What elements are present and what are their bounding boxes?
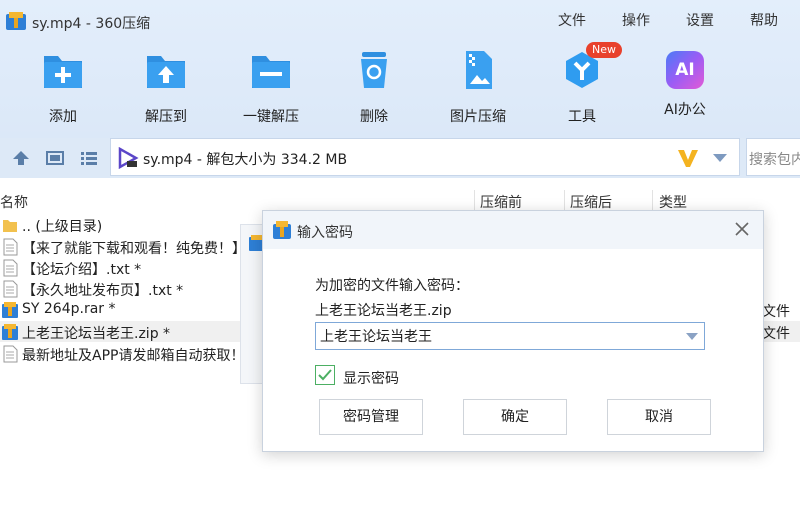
column-compressed-size[interactable]: 压缩后 <box>570 192 612 212</box>
recycle-bin-icon <box>361 52 387 88</box>
one-click-extract-button[interactable]: 一键解压 <box>226 48 316 126</box>
file-name: 【来了就能下载和观看！纯免费！】 <box>22 241 246 257</box>
address-dropdown-icon[interactable] <box>713 154 727 162</box>
menu-operate[interactable]: 操作 <box>622 10 650 30</box>
image-compress-label: 图片压缩 <box>450 109 506 125</box>
file-name: 上老王论坛当老王.zip * <box>22 326 171 342</box>
add-label: 添加 <box>49 109 77 125</box>
show-password-checkbox[interactable] <box>315 365 335 385</box>
thumbnail-view-icon[interactable] <box>46 150 64 166</box>
check-icon <box>318 369 332 381</box>
show-password-label: 显示密码 <box>343 371 399 387</box>
menu-file[interactable]: 文件 <box>558 10 586 30</box>
password-manage-button[interactable]: 密码管理 <box>319 399 423 435</box>
column-divider[interactable] <box>474 190 475 210</box>
text-file-icon <box>3 345 18 363</box>
up-arrow-icon[interactable] <box>12 150 30 166</box>
one-click-extract-label: 一键解压 <box>243 109 299 125</box>
file-name: 【永久地址发布页】.txt * <box>22 283 184 299</box>
password-field[interactable] <box>315 322 705 350</box>
close-icon[interactable] <box>733 220 751 238</box>
menu-settings[interactable]: 设置 <box>686 10 714 30</box>
column-name[interactable]: 名称 <box>0 192 28 212</box>
ai-office-label: AI办公 <box>664 102 706 118</box>
new-badge: New <box>586 42 622 58</box>
archive-icon <box>2 302 18 318</box>
file-name: 【论坛介绍】.txt * <box>22 262 142 278</box>
one-click-extract-icon <box>252 56 290 88</box>
cancel-button[interactable]: 取消 <box>607 399 711 435</box>
top-area: sy.mp4 - 360压缩 文件 操作 设置 帮助 添加 解压到 一键解压 删… <box>0 0 800 138</box>
address-row: sy.mp4 - 解包大小为 334.2 MB 搜索包内 <box>0 138 800 178</box>
list-view-icon[interactable] <box>80 150 98 166</box>
column-type[interactable]: 类型 <box>659 192 687 212</box>
column-original-size[interactable]: 压缩前 <box>480 192 522 212</box>
extract-to-button[interactable]: 解压到 <box>121 48 211 126</box>
extract-to-icon <box>147 56 185 88</box>
tools-label: 工具 <box>568 109 596 125</box>
file-type: 文件 <box>762 304 790 320</box>
address-text: sy.mp4 - 解包大小为 334.2 MB <box>143 152 348 168</box>
image-compress-icon <box>466 51 492 89</box>
v-logo-icon[interactable] <box>677 147 699 169</box>
file-type: 文件 <box>762 326 790 342</box>
image-compress-button[interactable]: 图片压缩 <box>433 48 523 126</box>
file-name: 最新地址及APP请发邮箱自动获取！ <box>22 348 245 364</box>
delete-button[interactable]: 删除 <box>329 48 419 126</box>
app-logo-icon <box>6 12 26 30</box>
column-divider[interactable] <box>652 190 653 210</box>
folder-icon <box>3 220 17 232</box>
delete-label: 删除 <box>360 109 388 125</box>
dialog-title-bar: 输入密码 <box>263 211 763 249</box>
ai-office-button[interactable]: AI AI办公 <box>640 48 730 119</box>
search-placeholder: 搜索包内 <box>749 152 800 168</box>
search-box[interactable]: 搜索包内 <box>746 138 800 176</box>
password-history-dropdown-icon[interactable] <box>686 333 698 340</box>
archive-icon <box>2 324 18 340</box>
extract-to-label: 解压到 <box>145 109 187 125</box>
text-file-icon <box>3 280 18 298</box>
text-file-icon <box>3 259 18 277</box>
menu-help[interactable]: 帮助 <box>750 10 778 30</box>
add-button[interactable]: 添加 <box>18 48 108 126</box>
column-divider[interactable] <box>564 190 565 210</box>
encrypted-file-name: 上老王论坛当老王.zip <box>315 303 452 319</box>
password-prompt: 为加密的文件输入密码： <box>315 278 469 294</box>
password-dialog: 输入密码 为加密的文件输入密码： 上老王论坛当老王.zip 显示密码 密码管理 … <box>262 210 764 452</box>
dialog-title: 输入密码 <box>297 225 353 241</box>
ai-office-icon: AI <box>666 51 704 89</box>
title-bar: sy.mp4 - 360压缩 文件 操作 设置 帮助 <box>0 0 800 38</box>
file-name: SY 264p.rar * <box>22 301 116 317</box>
ok-button[interactable]: 确定 <box>463 399 567 435</box>
app-logo-icon <box>273 221 291 239</box>
add-folder-icon <box>44 56 82 88</box>
address-bar[interactable]: sy.mp4 - 解包大小为 334.2 MB <box>110 138 740 176</box>
video-file-icon <box>118 147 139 169</box>
password-input[interactable] <box>320 326 670 346</box>
tools-button[interactable]: 工具 <box>537 48 627 126</box>
window-title: sy.mp4 - 360压缩 <box>32 16 151 32</box>
text-file-icon <box>3 238 18 256</box>
toolbar: 添加 解压到 一键解压 删除 图片压缩 工具 AI AI办公 <box>0 48 800 128</box>
file-name: .. (上级目录) <box>22 219 103 235</box>
